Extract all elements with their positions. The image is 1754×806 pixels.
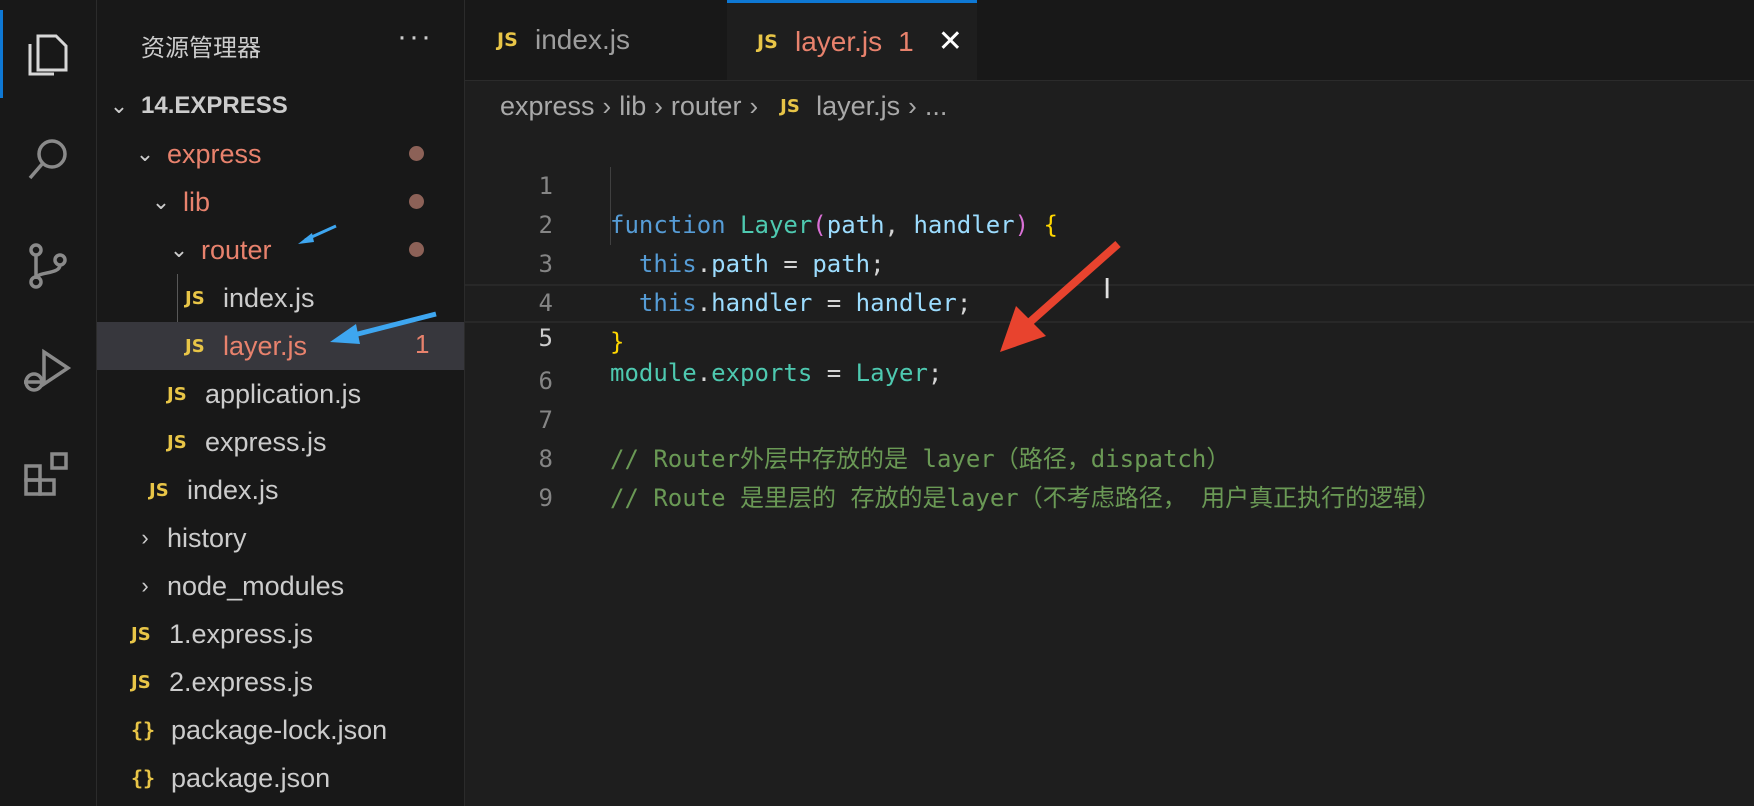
tree-folder-lib[interactable]: ⌄ lib xyxy=(97,178,464,226)
tree-item-label: index.js xyxy=(223,282,315,313)
tree-item-label: express.js xyxy=(205,426,327,457)
chevron-down-icon: ⌄ xyxy=(109,93,129,118)
tree-item-label: package.json xyxy=(171,762,331,793)
js-file-icon: JS xyxy=(497,29,518,51)
tree-item-label: index.js xyxy=(187,474,279,505)
tree-file-router-index-js[interactable]: JS index.js xyxy=(97,274,464,322)
js-file-icon: JS xyxy=(149,479,169,501)
code-comment: // Route 是里层的 存放的是layer（不考虑路径， 用户真正执行的逻辑… xyxy=(610,484,1442,512)
tree-file-1-express-js[interactable]: JS 1.express.js xyxy=(97,610,464,658)
tab-layer-js[interactable]: JS layer.js 1 ✕ xyxy=(727,0,977,80)
tree-item-label: 1.express.js xyxy=(169,618,314,649)
js-file-icon: JS xyxy=(131,623,151,645)
editor-tab-bar: JS index.js JS layer.js 1 ✕ xyxy=(465,0,1754,81)
tree-item-label: router xyxy=(201,234,272,265)
json-file-icon: {} xyxy=(131,718,156,742)
tree-file-layer-js[interactable]: JS layer.js 1 xyxy=(97,322,464,370)
tree-file-express-js[interactable]: JS express.js xyxy=(97,418,464,466)
js-file-icon: JS xyxy=(167,383,187,405)
line-number: 9 xyxy=(538,484,553,512)
chevron-right-icon: › xyxy=(749,90,759,121)
tree-item-label: history xyxy=(167,522,247,553)
tree-item-label: layer.js xyxy=(223,330,308,361)
activity-bar xyxy=(0,0,97,806)
js-file-icon: JS xyxy=(757,30,778,53)
run-debug-icon[interactable] xyxy=(0,322,96,418)
search-icon[interactable] xyxy=(0,112,96,208)
chevron-down-icon: ⌄ xyxy=(169,237,189,262)
chevron-down-icon: ⌄ xyxy=(135,141,155,166)
modified-dot xyxy=(409,242,424,257)
breadcrumb-item[interactable]: router xyxy=(671,91,742,122)
extensions-icon[interactable] xyxy=(0,428,96,524)
tree-item-label: express xyxy=(167,138,262,169)
js-file-icon: JS xyxy=(780,95,800,117)
sidebar-title: 资源管理器 xyxy=(141,34,261,62)
tab-label: layer.js xyxy=(795,25,883,57)
close-tab-button[interactable]: ✕ xyxy=(938,24,963,59)
workspace-root[interactable]: ⌄ 14.EXPRESS xyxy=(97,82,464,130)
tree-item-label: node_modules xyxy=(167,570,345,601)
js-file-icon: JS xyxy=(167,431,187,453)
workspace-root-label: 14.EXPRESS xyxy=(141,92,288,119)
js-file-icon: JS xyxy=(185,335,205,357)
breadcrumb: express › lib › router › JS layer.js › .… xyxy=(500,86,947,126)
tree-item-label: package-lock.json xyxy=(171,714,388,745)
chevron-right-icon: › xyxy=(908,90,917,121)
code-line: 7 // Router外层中存放的是 layer（路径，dispatch） xyxy=(465,362,1754,473)
problem-count-badge: 1 xyxy=(415,329,430,359)
tree-folder-express[interactable]: ⌄ express xyxy=(97,130,464,178)
explorer-sidebar: 资源管理器 ··· ⌄ 14.EXPRESS ⌄ express ⌄ lib ⌄… xyxy=(97,0,465,806)
tree-item-label: lib xyxy=(183,186,211,217)
tree-folder-history[interactable]: › history xyxy=(97,514,464,562)
tree-folder-node-modules[interactable]: › node_modules xyxy=(97,562,464,610)
modified-dot xyxy=(409,194,424,209)
chevron-right-icon: › xyxy=(141,573,149,598)
tree-item-label: application.js xyxy=(205,378,362,409)
tree-file-application-js[interactable]: JS application.js xyxy=(97,370,464,418)
chevron-right-icon: › xyxy=(141,525,149,550)
breadcrumb-item[interactable]: ... xyxy=(925,91,948,122)
chevron-right-icon: › xyxy=(654,90,663,121)
tab-label: index.js xyxy=(535,24,630,55)
json-file-icon: {} xyxy=(131,766,156,790)
tree-file-package-json[interactable]: {} package.json xyxy=(97,754,464,802)
modified-dot xyxy=(409,146,424,161)
js-file-icon: JS xyxy=(185,287,205,309)
tree-file-package-lock-json[interactable]: {} package-lock.json xyxy=(97,706,464,754)
tab-index-js[interactable]: JS index.js xyxy=(465,0,725,80)
chevron-down-icon: ⌄ xyxy=(151,189,171,214)
code-line: 3 this.handler = handler; xyxy=(465,206,1754,317)
chevron-right-icon: › xyxy=(602,90,612,121)
sidebar-header: 资源管理器 ··· xyxy=(97,0,464,88)
tree-file-2-express-js[interactable]: JS 2.express.js xyxy=(97,658,464,706)
code-line: 2 this.path = path; xyxy=(465,167,1754,278)
code-line: 9 xyxy=(465,440,1754,512)
problem-count-badge: 1 xyxy=(898,25,914,57)
js-file-icon: JS xyxy=(131,671,151,693)
explorer-icon[interactable] xyxy=(0,6,96,102)
code-line: 6 xyxy=(465,323,1754,395)
source-control-icon[interactable] xyxy=(0,218,96,314)
tree-file-express-index-js[interactable]: JS index.js xyxy=(97,466,464,514)
breadcrumb-item[interactable]: express xyxy=(500,91,595,122)
breadcrumb-item[interactable]: layer.js xyxy=(816,91,900,122)
code-line: 8 // Route 是里层的 存放的是layer（不考虑路径， 用户真正执行的… xyxy=(465,401,1754,512)
code-line: 1 function Layer(path, handler) { xyxy=(465,128,1754,239)
code-editor[interactable]: 1 function Layer(path, handler) { 2 this… xyxy=(465,128,1754,806)
text-cursor-icon: I xyxy=(1103,272,1112,305)
tree-item-label: 2.express.js xyxy=(169,666,314,697)
breadcrumb-item[interactable]: lib xyxy=(619,91,646,122)
tree-folder-router[interactable]: ⌄ router xyxy=(97,226,464,274)
more-actions-button[interactable]: ··· xyxy=(397,20,433,54)
